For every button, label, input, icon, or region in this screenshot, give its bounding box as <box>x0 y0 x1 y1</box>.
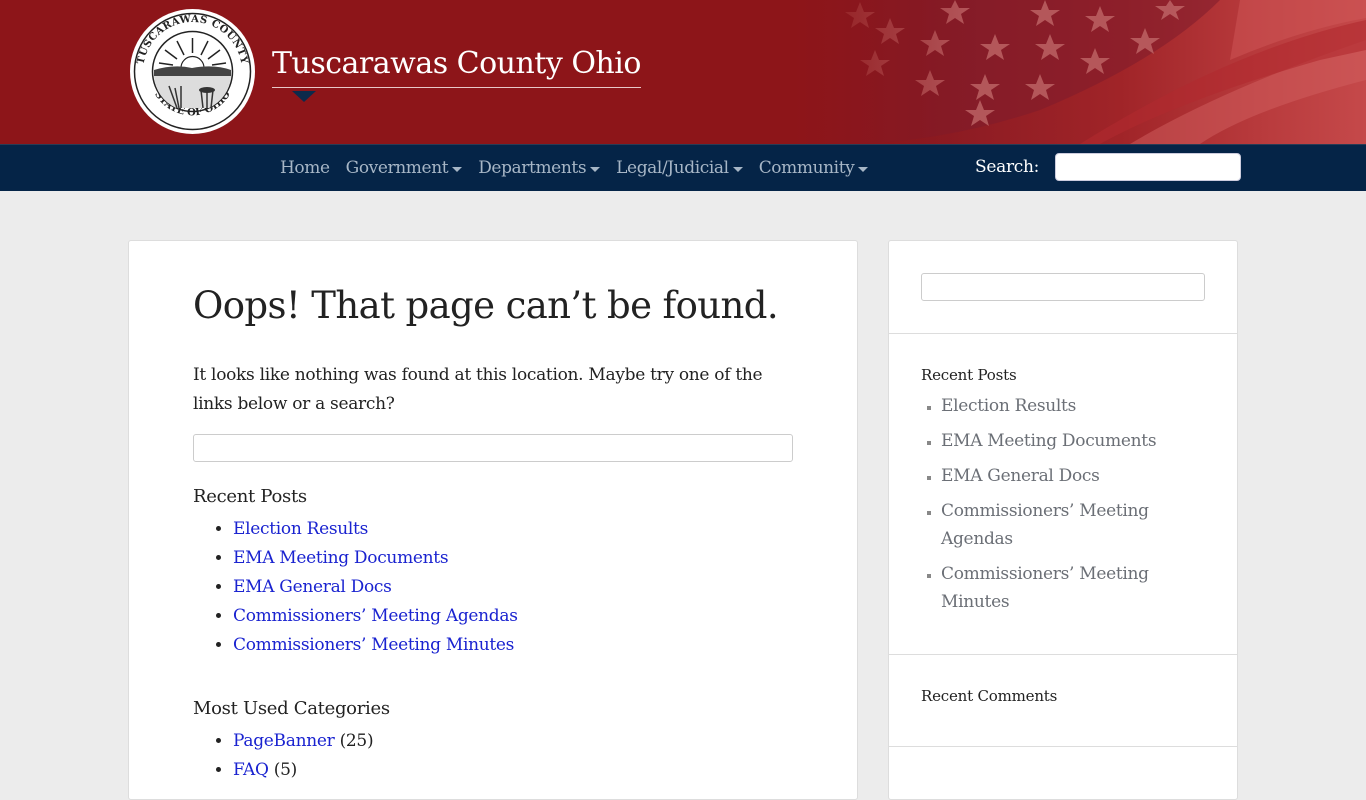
list-item: PageBanner (25) <box>233 727 793 756</box>
site-header: TUSCARAWAS COUNTY STATE OF OHIO Tuscaraw… <box>0 0 1366 144</box>
recent-post-link[interactable]: Commissioners’ Meeting Minutes <box>233 635 514 655</box>
list-item: Commissioners’ Meeting Agendas <box>941 497 1205 553</box>
nav-item-label: Home <box>280 158 330 178</box>
list-item: Commissioners’ Meeting Minutes <box>941 560 1205 616</box>
recent-post-link[interactable]: EMA General Docs <box>233 577 392 597</box>
list-item: FAQ (5) <box>233 756 793 785</box>
sidebar-post-link[interactable]: Commissioners’ Meeting Agendas <box>941 501 1149 549</box>
nav-search: Search: <box>975 153 1242 181</box>
flag-background-image <box>800 0 1366 144</box>
nav-search-input[interactable] <box>1055 153 1242 181</box>
list-item: Election Results <box>941 392 1205 420</box>
sidebar-post-link[interactable]: Commissioners’ Meeting Minutes <box>941 564 1149 612</box>
categories-list: PageBanner (25) FAQ (5) <box>233 727 793 785</box>
main-content-card: Oops! That page can’t be found. It looks… <box>128 240 858 800</box>
main-search-input[interactable] <box>193 434 793 462</box>
recent-post-link[interactable]: Election Results <box>233 519 368 539</box>
caret-down-icon <box>590 166 601 172</box>
nav-item-label: Community <box>758 158 855 178</box>
main-navbar: Home Government Departments Legal/Judici… <box>0 144 1366 191</box>
sidebar-post-link[interactable]: Election Results <box>941 396 1076 416</box>
nav-menu: Home Government Departments Legal/Judici… <box>272 145 876 191</box>
list-item: EMA General Docs <box>941 462 1205 490</box>
category-link[interactable]: PageBanner <box>233 731 335 751</box>
recent-post-link[interactable]: Commissioners’ Meeting Agendas <box>233 606 518 626</box>
caret-down-icon <box>452 166 463 172</box>
recent-posts-heading: Recent Posts <box>193 486 307 507</box>
caret-down-icon <box>858 166 869 172</box>
nav-item-departments[interactable]: Departments <box>470 158 608 178</box>
list-item: Election Results <box>233 515 793 544</box>
list-item: EMA Meeting Documents <box>941 427 1205 455</box>
sidebar-recent-comments-heading: Recent Comments <box>921 687 1058 705</box>
page-title: Oops! That page can’t be found. <box>193 284 779 327</box>
category-count: (5) <box>273 760 297 780</box>
title-caret-decoration <box>292 91 316 102</box>
not-found-message: It looks like nothing was found at this … <box>193 365 763 414</box>
sidebar: Recent Posts Election Results EMA Meetin… <box>888 240 1238 800</box>
site-title-link[interactable]: Tuscarawas County Ohio <box>272 46 641 88</box>
sidebar-recent-comments-widget: Recent Comments <box>889 655 1237 747</box>
sidebar-recent-posts-widget: Recent Posts Election Results EMA Meetin… <box>889 334 1237 655</box>
nav-item-government[interactable]: Government <box>338 158 471 178</box>
nav-item-community[interactable]: Community <box>751 158 877 178</box>
nav-item-legal-judicial[interactable]: Legal/Judicial <box>608 158 751 178</box>
categories-heading: Most Used Categories <box>193 698 390 719</box>
brand[interactable]: TUSCARAWAS COUNTY STATE OF OHIO Tuscaraw… <box>129 8 641 135</box>
county-seal-logo[interactable]: TUSCARAWAS COUNTY STATE OF OHIO <box>129 8 256 135</box>
caret-down-icon <box>732 166 743 172</box>
recent-post-link[interactable]: EMA Meeting Documents <box>233 548 449 568</box>
nav-item-home[interactable]: Home <box>272 158 338 178</box>
category-count: (25) <box>339 731 374 751</box>
list-item: EMA Meeting Documents <box>233 544 793 573</box>
sidebar-recent-posts-heading: Recent Posts <box>921 366 1017 384</box>
sidebar-post-link[interactable]: EMA General Docs <box>941 466 1100 486</box>
nav-item-label: Departments <box>478 158 587 178</box>
sidebar-search-widget <box>889 241 1237 334</box>
list-item: EMA General Docs <box>233 573 793 602</box>
nav-item-label: Government <box>345 158 449 178</box>
recent-posts-list: Election Results EMA Meeting Documents E… <box>233 515 793 660</box>
list-item: Commissioners’ Meeting Minutes <box>233 631 793 660</box>
list-item: Commissioners’ Meeting Agendas <box>233 602 793 631</box>
sidebar-post-link[interactable]: EMA Meeting Documents <box>941 431 1157 451</box>
category-link[interactable]: FAQ <box>233 760 269 780</box>
sidebar-search-input[interactable] <box>921 273 1205 301</box>
nav-item-label: Legal/Judicial <box>616 158 729 178</box>
nav-search-label: Search: <box>975 157 1040 177</box>
sidebar-recent-posts-list: Election Results EMA Meeting Documents E… <box>941 392 1205 616</box>
